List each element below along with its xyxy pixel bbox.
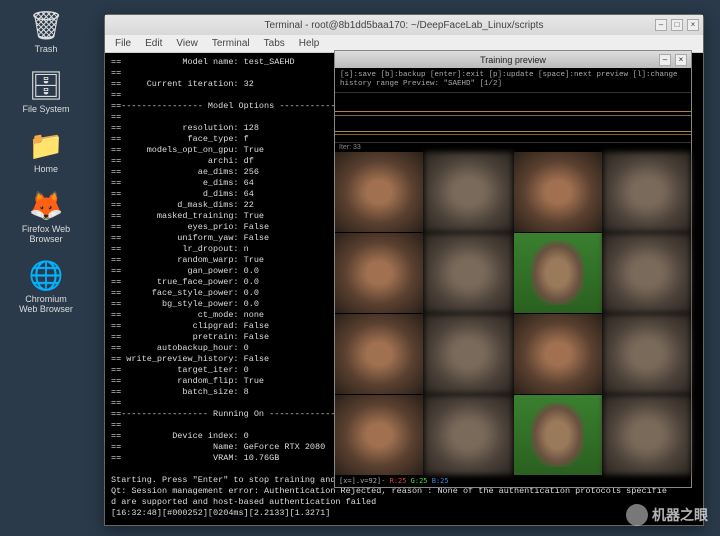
preview-minimize[interactable]: – [659,54,671,66]
menu-file[interactable]: File [115,38,131,49]
filesystem-icon[interactable]: 🗄File System [16,68,76,114]
face-cell [514,395,602,475]
menu-edit[interactable]: Edit [145,38,162,49]
iter-label: Iter: 33 [335,143,691,152]
face-cell [603,233,691,313]
menu-view[interactable]: View [176,38,198,49]
close-button[interactable]: × [687,19,699,31]
face-cell [424,395,512,475]
face-cell [335,152,423,232]
face-cell [514,233,602,313]
face-cell [424,314,512,394]
minimize-button[interactable]: – [655,19,667,31]
face-cell [603,314,691,394]
home-icon[interactable]: 📁Home [16,128,76,174]
preview-titlebar[interactable]: Training preview – × [335,51,691,68]
face-cell [424,233,512,313]
terminal-title: Terminal - root@8b1dd5baa170: ~/DeepFace… [265,20,544,31]
face-cell [603,395,691,475]
face-cell [514,314,602,394]
face-cell [603,152,691,232]
face-cell [335,233,423,313]
loss-graph [335,93,691,143]
face-grid [335,152,691,475]
preview-footer: [x=].v=92]- R:25 G:25 B:25 [335,475,691,487]
preview-window: Training preview – × [s]:save [b]:backup… [334,50,692,488]
preview-title-text: Training preview [480,55,546,65]
face-cell [514,152,602,232]
trash-icon[interactable]: 🗑Trash [16,8,76,54]
face-cell [424,152,512,232]
menu-help[interactable]: Help [299,38,320,49]
face-cell [335,314,423,394]
menu-tabs[interactable]: Tabs [264,38,285,49]
chromium-icon[interactable]: 🌐ChromiumWeb Browser [16,258,76,314]
menu-terminal[interactable]: Terminal [212,38,250,49]
terminal-titlebar[interactable]: Terminal - root@8b1dd5baa170: ~/DeepFace… [105,15,703,35]
firefox-icon[interactable]: 🦊Firefox WebBrowser [16,188,76,244]
maximize-button[interactable]: □ [671,19,683,31]
watermark: 机器之眼 [626,504,708,526]
preview-shortcuts: [s]:save [b]:backup [enter]:exit [p]:upd… [335,68,691,93]
face-cell [335,395,423,475]
preview-close[interactable]: × [675,54,687,66]
